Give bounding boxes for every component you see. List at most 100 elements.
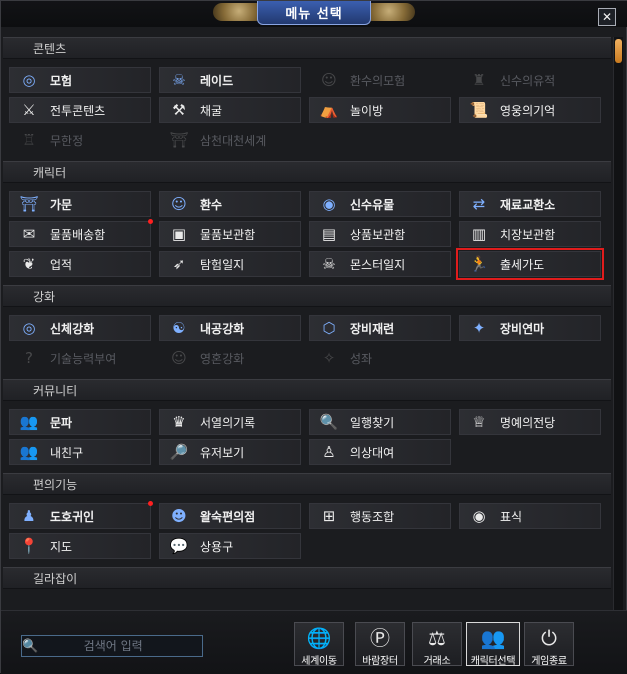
scales-icon: ⚖	[428, 626, 446, 650]
menu-item-label: 장비재련	[350, 321, 395, 336]
power-icon: ⏻	[541, 626, 557, 650]
menu-item-label: 삼천대천세계	[200, 133, 267, 148]
wardrobe-chest-icon: ▥	[471, 224, 487, 243]
menu-item: ♜ 신수의유적	[459, 67, 601, 93]
ranking-icon: ♛	[172, 412, 186, 431]
placeholder-icon	[16, 599, 42, 610]
menu-item[interactable]: ♕ 명예의전당	[459, 409, 601, 435]
monster-mask-icon: ☠	[322, 254, 336, 273]
chat-bubble-icon: 💬	[169, 536, 189, 555]
menu-item[interactable]: ⛺ 놀이방	[309, 97, 451, 123]
menu-item[interactable]: ◉ 표식	[459, 503, 601, 529]
menu-item: ⛩ 삼천대천세계	[159, 127, 301, 153]
menu-item[interactable]: 📜 영웅의기억	[459, 97, 601, 123]
menu-item[interactable]: ☺ 환수	[159, 191, 301, 217]
menu-item[interactable]: ⬡ 장비재련	[309, 315, 451, 341]
menu-item[interactable]: ⛩ 가문	[9, 191, 151, 217]
palace-icon: ⛩	[19, 194, 39, 213]
bottom-button[interactable]: ⚖ 거래소	[412, 622, 462, 667]
menu-item[interactable]: 💬 상용구	[159, 533, 301, 559]
section-header-enhance: 강화	[3, 285, 611, 307]
crossed-swords-icon: ⚔	[22, 100, 36, 119]
demon-mask-icon: ☠	[172, 70, 186, 89]
action-combo-icon: ⊞	[322, 506, 336, 525]
menu-item[interactable]: 📍 지도	[9, 533, 151, 559]
gift-chest-icon: ▤	[321, 224, 337, 243]
menu-item[interactable]: ▣ 물품보관함	[159, 221, 301, 247]
menu-item-label: 물품배송함	[50, 227, 106, 242]
menu-item[interactable]: 🏃 출세가도	[456, 248, 604, 280]
menu-item: ♖ 무한정	[9, 127, 151, 153]
target-mark-icon: ◉	[472, 506, 486, 525]
notification-dot	[148, 501, 153, 506]
menu-item[interactable]: ♛ 서열의기록	[159, 409, 301, 435]
menu-item[interactable]: 🔍 일행찾기	[309, 409, 451, 435]
menu-item-label: 성좌	[350, 351, 373, 366]
menu-item-label: 신수유물	[350, 197, 395, 212]
menu-item[interactable]: ▥ 치장보관함	[459, 221, 601, 247]
menu-item[interactable]: ❦ 업적	[9, 251, 151, 277]
section-grid-guide	[1, 589, 613, 610]
explorer-icon: ➶	[172, 254, 186, 273]
bottom-bar: 🔍 🌐 세계이동 Ⓟ 바람장터 ⚖ 거래소 👥 캐릭터선택 ⏻ 게임종료	[1, 610, 627, 674]
menu-item[interactable]: 🔎 유저보기	[159, 439, 301, 465]
party-search-icon: 🔍	[319, 412, 339, 431]
section-header-convenience: 편의기능	[3, 473, 611, 495]
menu-item[interactable]: ♟ 도호귀인	[9, 501, 153, 529]
menu-item: ☺ 영혼강화	[159, 345, 301, 371]
window-title: 메뉴 선택	[257, 1, 371, 25]
menu-item[interactable]: ☠ 레이드	[159, 67, 301, 93]
menu-item[interactable]: 👥 내친구	[9, 439, 151, 465]
market-p-icon: Ⓟ	[370, 626, 390, 650]
menu-item-label: 의상대여	[350, 445, 395, 460]
delivery-box-icon: ✉	[22, 224, 36, 243]
menu-item[interactable]: ⊞ 행동조합	[309, 503, 451, 529]
guild-icon: 👥	[19, 412, 39, 431]
menu-item-label: 왈숙편의점	[200, 509, 256, 524]
menu-item[interactable]: ◎ 신체강화	[9, 315, 151, 341]
bottom-button[interactable]: Ⓟ 바람장터	[355, 622, 405, 667]
scroll-icon: 📜	[469, 100, 489, 119]
bottom-button[interactable]: ⏻ 게임종료	[524, 622, 574, 667]
section-grid-convenience: ♟ 도호귀인 ☻ 왈숙편의점 ⊞ 행동조합 ◉ 표식 📍 지도 💬 상용구	[1, 495, 613, 567]
user-search-icon: 🔎	[169, 442, 189, 461]
menu-item[interactable]: ♙ 의상대여	[309, 439, 451, 465]
menu-item[interactable]: ⇄ 재료교환소	[459, 191, 601, 217]
menu-item[interactable]: ⚔ 전투콘텐츠	[9, 97, 151, 123]
menu-item-label: 내친구	[50, 445, 84, 460]
menu-item[interactable]: ▤ 상품보관함	[309, 221, 451, 247]
menu-item[interactable]: ◉ 신수유물	[309, 191, 451, 217]
scrollbar[interactable]	[613, 37, 623, 610]
menu-item-label: 채굴	[200, 103, 223, 118]
menu-item-label: 도호귀인	[50, 509, 95, 524]
search-box[interactable]: 🔍	[21, 635, 203, 657]
menu-item-label: 상용구	[200, 539, 234, 554]
notification-dot	[148, 219, 153, 224]
bottom-button[interactable]: 🌐 세계이동	[294, 622, 344, 667]
menu-item-label: 표식	[500, 509, 523, 524]
body-orb-icon: ◎	[22, 318, 36, 337]
playground-icon: ⛺	[319, 100, 339, 119]
menu-item-label: 문파	[50, 415, 73, 430]
hexagon-gear-icon: ⬡	[322, 318, 336, 337]
section-header-content: 콘텐츠	[3, 37, 611, 59]
menu-item[interactable]: ⚒ 채굴	[159, 97, 301, 123]
menu-item-label: 무한정	[50, 133, 84, 148]
section-header-character: 캐릭터	[3, 161, 611, 183]
menu-item	[9, 597, 151, 610]
scrollbar-thumb[interactable]	[615, 39, 622, 63]
menu-item[interactable]: ✉ 물품배송함	[9, 219, 153, 247]
menu-item[interactable]: ➶ 탐험일지	[159, 251, 301, 277]
bottom-button[interactable]: 👥 캐릭터선택	[466, 622, 520, 667]
close-button[interactable]: ✕	[598, 8, 616, 26]
soul-icon: ☺	[171, 348, 187, 367]
menu-item[interactable]: ◎ 모험	[9, 67, 151, 93]
menu-item[interactable]: 👥 문파	[9, 409, 151, 435]
menu-item[interactable]: ✦ 장비연마	[459, 315, 601, 341]
tower-icon: ♖	[22, 130, 36, 149]
menu-item[interactable]: ☠ 몬스터일지	[309, 251, 451, 277]
menu-item[interactable]: ☯ 내공강화	[159, 315, 301, 341]
menu-item-label: 가문	[50, 197, 73, 212]
search-input[interactable]	[38, 637, 203, 655]
menu-item[interactable]: ☻ 왈숙편의점	[159, 503, 301, 529]
